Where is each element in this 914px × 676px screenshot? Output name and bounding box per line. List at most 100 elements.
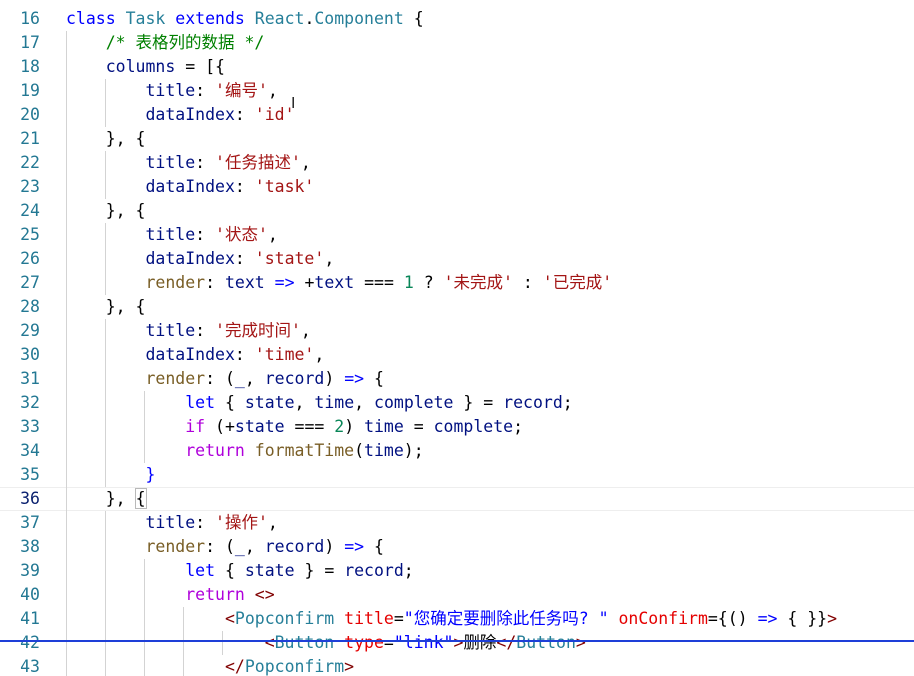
code-token: : [195,81,216,100]
code-token: ) [324,369,345,388]
line-number: 16 [20,9,40,28]
code-token: > [453,633,464,652]
code-line[interactable]: 27 render: text => +text === 1 ? '未完成' :… [0,271,914,295]
code-line[interactable]: 30 dataIndex: 'time', [0,343,914,367]
code-text[interactable]: }, { [66,295,146,319]
code-token: return [185,441,245,460]
code-line[interactable]: 28 }, { [0,295,914,319]
code-line[interactable]: 21 }, { [0,127,914,151]
code-line[interactable]: 43 </Popconfirm> [0,655,914,676]
code-line[interactable]: 29 title: '完成时间', [0,319,914,343]
code-text[interactable]: let { state, time, complete } = record; [66,391,573,415]
line-number: 42 [20,633,40,652]
code-text[interactable]: title: '状态', [66,223,277,247]
code-line[interactable]: 23 dataIndex: 'task' [0,175,914,199]
code-token: record [344,561,404,580]
code-token: > [344,657,355,676]
code-line[interactable]: 41 <Popconfirm title="您确定要删除此任务吗? " onCo… [0,607,914,631]
code-text[interactable]: title: '任务描述', [66,151,310,175]
code-text[interactable]: title: '完成时间', [66,319,310,343]
code-token: dataIndex [145,345,235,364]
code-token: record [264,537,325,556]
code-token: = [393,609,404,628]
code-token: ) [344,417,365,436]
code-token: => [757,609,778,628]
code-text[interactable]: } [66,463,155,487]
code-line[interactable]: 22 title: '任务描述', [0,151,914,175]
code-text[interactable]: title: '操作', [66,511,277,535]
code-text[interactable]: <Popconfirm title="您确定要删除此任务吗? " onConfi… [66,607,837,631]
indent-guide [105,511,106,676]
code-token: === [354,273,404,292]
code-token: : [234,105,255,124]
line-number: 34 [20,441,40,460]
code-text[interactable]: title: '编号', [66,79,277,103]
code-token: , [294,393,315,412]
code-line[interactable]: 16 class Task extends React.Component { [0,7,914,31]
code-line[interactable]: 24 }, { [0,199,914,223]
code-line[interactable]: 18 columns = [{ [0,55,914,79]
code-token: Button [274,633,335,652]
code-token: </ [224,657,245,676]
code-token: { }} [777,609,828,628]
indent-guide [105,151,106,199]
code-token: class [66,9,126,28]
code-token: = [{ [175,57,225,76]
code-line[interactable]: 35 } [0,463,914,487]
code-text[interactable]: }, { [66,487,147,511]
indent-guide [66,31,67,676]
code-token: ) [324,537,345,556]
code-line[interactable]: 38 render: (_, record) => { [0,535,914,559]
code-line[interactable]: 40 return <> [0,583,914,607]
code-token: render [145,273,206,292]
code-token: > [575,633,586,652]
code-token: extends [175,9,255,28]
code-line[interactable]: 39 let { state } = record; [0,559,914,583]
code-text[interactable]: }, { [66,127,146,151]
code-line[interactable]: 33 if (+state === 2) time = complete; [0,415,914,439]
code-token: '完成时间' [215,321,301,340]
code-text[interactable]: render: (_, record) => { [66,367,383,391]
line-number: 19 [20,81,40,100]
code-token: ; [403,561,414,580]
code-line[interactable]: 31 render: (_, record) => { [0,367,914,391]
code-line[interactable]: 42 <Button type="link">删除</Button> [0,631,914,655]
code-editor[interactable]: 16 class Task extends React.Component {17… [0,0,914,676]
code-text[interactable]: dataIndex: 'task' [66,175,314,199]
code-token: } [145,465,156,484]
code-token: }, { [105,201,146,220]
code-text[interactable]: /* 表格列的数据 */ [66,31,265,55]
code-line[interactable]: 17 /* 表格列的数据 */ [0,31,914,55]
code-line[interactable]: 19 title: '编号', [0,79,914,103]
code-text[interactable]: </Popconfirm> [66,655,354,676]
code-text[interactable]: render: text => +text === 1 ? '未完成' : '已… [66,271,612,295]
code-text[interactable]: return <> [66,583,274,607]
code-line[interactable]: 32 let { state, time, complete } = recor… [0,391,914,415]
code-text[interactable]: if (+state === 2) time = complete; [66,415,523,439]
code-text[interactable]: return formatTime(time); [66,439,423,463]
code-text[interactable]: render: (_, record) => { [66,535,383,559]
code-token: state [234,417,285,436]
code-line[interactable]: 34 return formatTime(time); [0,439,914,463]
code-text[interactable]: class Task extends React.Component { [66,7,424,31]
code-token: /* 表格列的数据 */ [105,33,265,52]
code-token: : [195,513,216,532]
code-token: 删除 [463,633,497,652]
code-token: } = [294,561,345,580]
code-text[interactable]: let { state } = record; [66,559,414,583]
code-line[interactable]: 20 dataIndex: 'id' [0,103,914,127]
code-token: (+ [205,417,235,436]
code-line[interactable]: 36 }, { [0,487,914,511]
code-line[interactable]: 25 title: '状态', [0,223,914,247]
code-token: 2 [334,417,345,436]
code-line[interactable]: 26 dataIndex: 'state', [0,247,914,271]
line-number: 24 [20,201,40,220]
code-text[interactable]: }, { [66,199,146,223]
code-text[interactable]: dataIndex: 'id' [66,103,294,127]
code-token: , [244,537,265,556]
code-line[interactable]: 37 title: '操作', [0,511,914,535]
code-text[interactable]: dataIndex: 'state', [66,247,334,271]
code-text[interactable]: columns = [{ [66,55,225,79]
